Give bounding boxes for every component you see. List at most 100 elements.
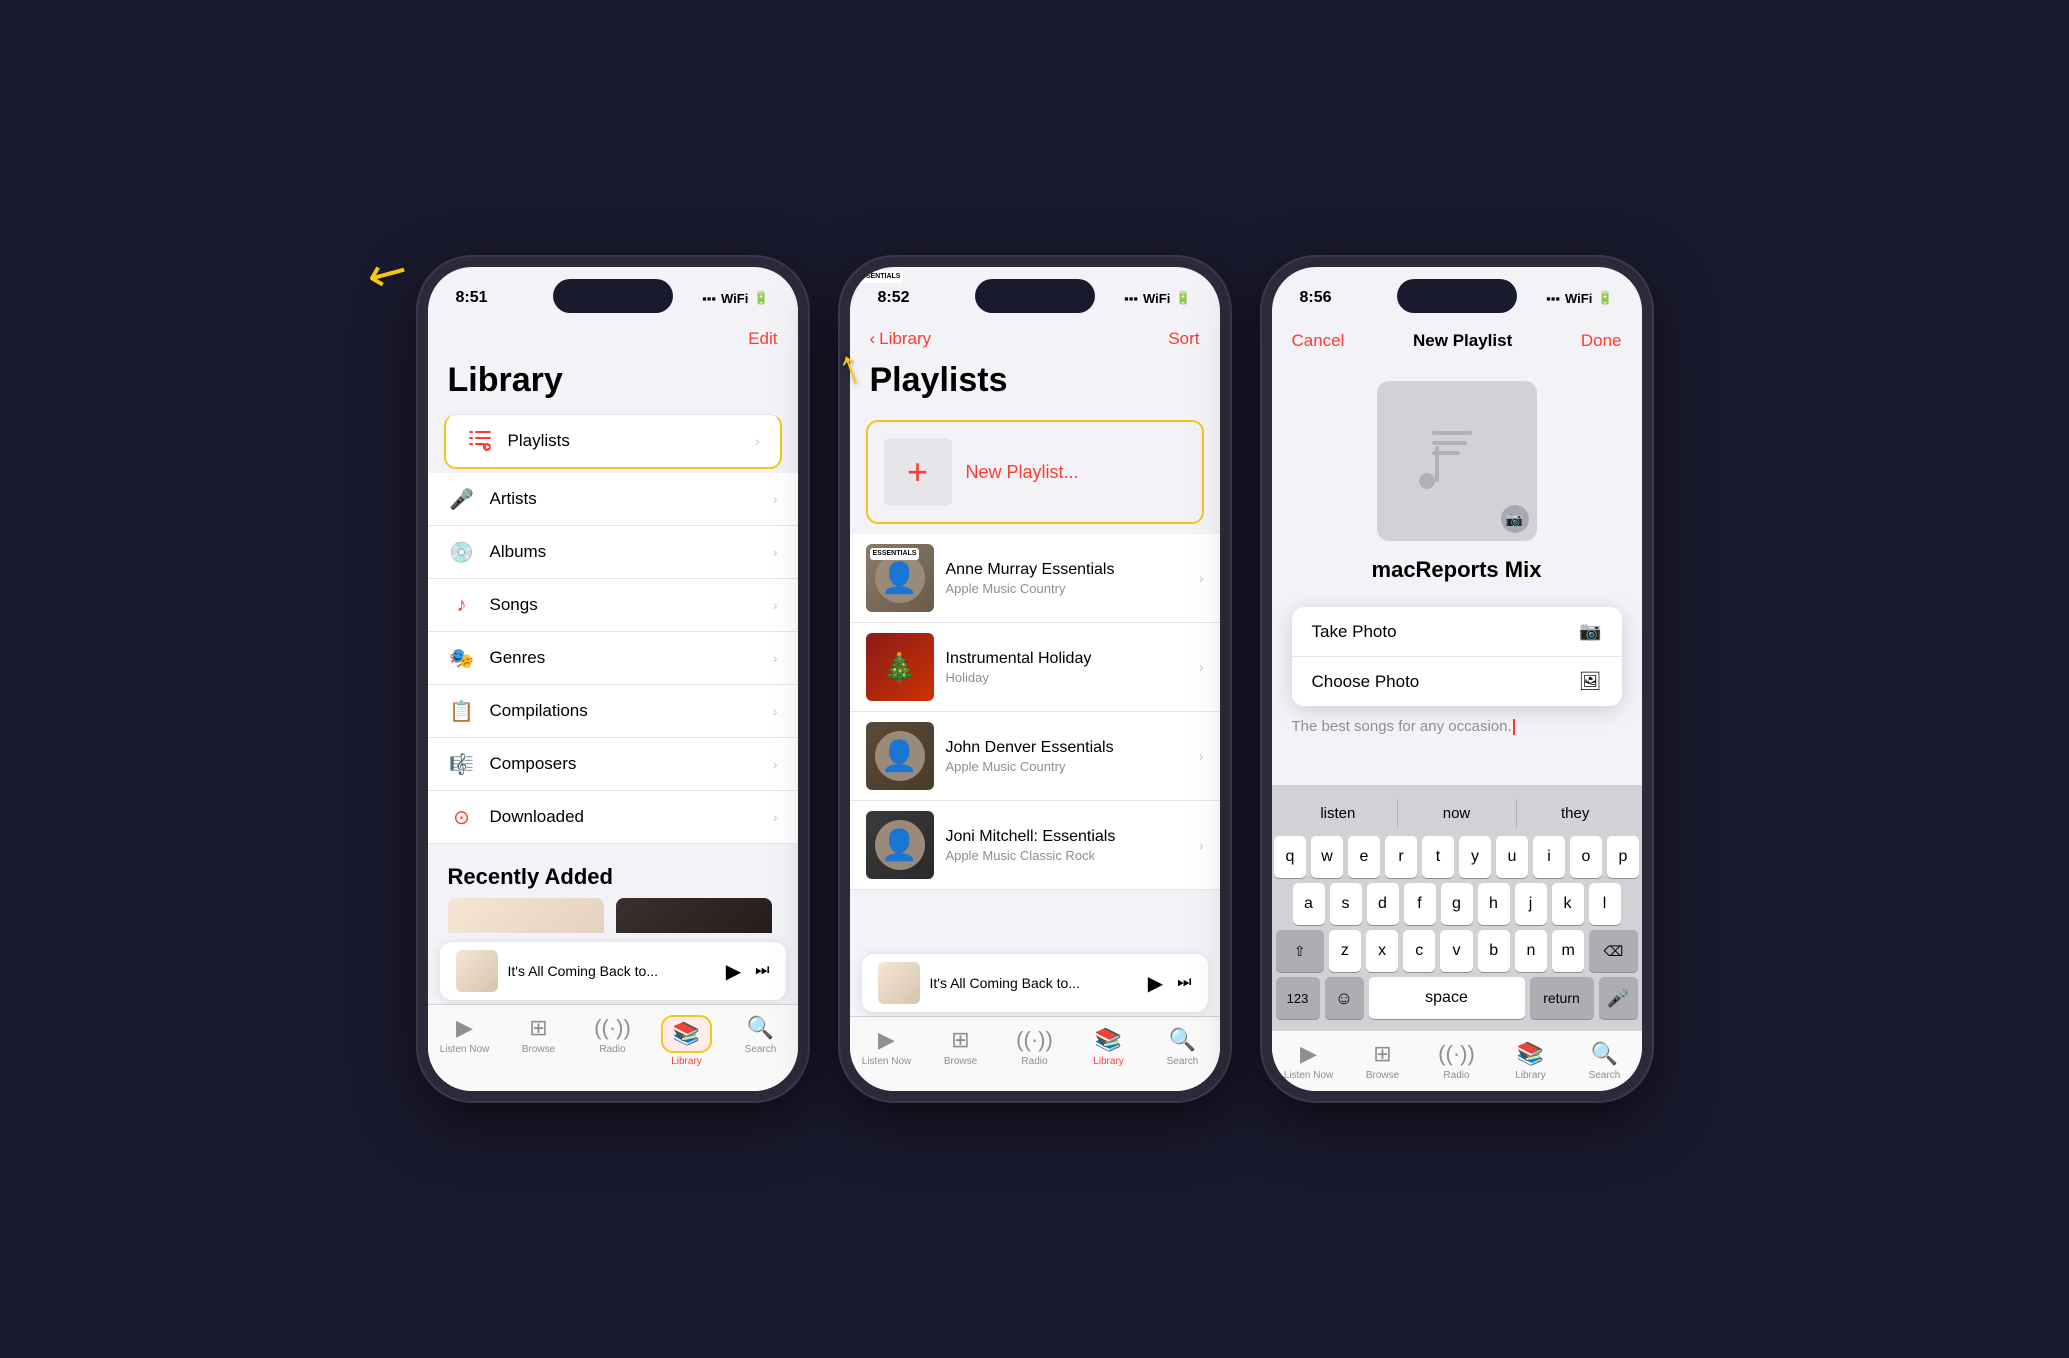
key-t[interactable]: t bbox=[1422, 836, 1454, 878]
tab3-radio[interactable]: ((·)) Radio bbox=[1427, 1041, 1487, 1081]
emoji-key[interactable]: ☺ bbox=[1325, 977, 1364, 1019]
genres-item[interactable]: 🎭 Genres › bbox=[428, 632, 798, 685]
key-e[interactable]: e bbox=[1348, 836, 1380, 878]
key-w[interactable]: w bbox=[1311, 836, 1343, 878]
key-l[interactable]: l bbox=[1589, 883, 1621, 925]
key-r[interactable]: r bbox=[1385, 836, 1417, 878]
anne-thumb: ESSENTIALS 👤 bbox=[866, 544, 934, 612]
tab-library-active[interactable]: 📚 Library bbox=[657, 1015, 717, 1067]
key-b[interactable]: b bbox=[1478, 930, 1510, 972]
tab-radio[interactable]: ((·)) Radio bbox=[583, 1015, 643, 1055]
camera-badge[interactable]: 📷 bbox=[1501, 505, 1529, 533]
now-playing-info: It's All Coming Back to... bbox=[508, 963, 726, 979]
suggestion-listen[interactable]: listen bbox=[1280, 799, 1397, 828]
new-playlist-header: Cancel New Playlist Done bbox=[1272, 321, 1642, 361]
skip-button-2[interactable]: ⏭ bbox=[1177, 974, 1191, 992]
tab-browse[interactable]: ⊞ Browse bbox=[509, 1015, 569, 1055]
albums-item[interactable]: 💿 Albums › bbox=[428, 526, 798, 579]
playlists-item[interactable]: Playlists › bbox=[444, 414, 782, 469]
library-icon-2: 📚 bbox=[1095, 1027, 1122, 1053]
john-sub: Apple Music Country bbox=[946, 759, 1199, 774]
key-c[interactable]: c bbox=[1403, 930, 1435, 972]
new-playlist-button[interactable]: + New Playlist... bbox=[866, 420, 1204, 524]
key-a[interactable]: a bbox=[1293, 883, 1325, 925]
john-silhouette: 👤 bbox=[875, 731, 925, 781]
phone-1: 8:51 ▪▪▪ WiFi 🔋 Edit Library bbox=[418, 257, 808, 1101]
john-name: John Denver Essentials bbox=[946, 739, 1199, 757]
key-y[interactable]: y bbox=[1459, 836, 1491, 878]
space-key[interactable]: space bbox=[1369, 977, 1525, 1019]
key-m[interactable]: m bbox=[1552, 930, 1584, 972]
celine-album[interactable]: FALLING INTO YOU CélineDION bbox=[448, 898, 604, 933]
albums-icon: 💿 bbox=[448, 538, 476, 566]
playlist-art-thumb[interactable]: 📷 bbox=[1377, 381, 1537, 541]
suggestion-now[interactable]: now bbox=[1397, 799, 1515, 828]
key-j[interactable]: j bbox=[1515, 883, 1547, 925]
key-f[interactable]: f bbox=[1404, 883, 1436, 925]
play-button-2[interactable]: ▶ bbox=[1148, 971, 1163, 996]
tab3-listen-now[interactable]: ▶ Listen Now bbox=[1279, 1041, 1339, 1081]
key-u[interactable]: u bbox=[1496, 836, 1528, 878]
back-button[interactable]: ‹ Library bbox=[870, 329, 932, 349]
shift-key[interactable]: ⇧ bbox=[1276, 930, 1324, 972]
tab3-library[interactable]: 📚 Library bbox=[1501, 1041, 1561, 1081]
suggestion-they[interactable]: they bbox=[1516, 799, 1634, 828]
tab-listen-now[interactable]: ▶ Listen Now bbox=[435, 1015, 495, 1055]
library-screen: Edit Library bbox=[428, 321, 798, 1091]
songs-item[interactable]: ♪ Songs › bbox=[428, 579, 798, 632]
key-k[interactable]: k bbox=[1552, 883, 1584, 925]
artists-item[interactable]: 🎤 Artists › bbox=[428, 473, 798, 526]
listen-now-icon-3: ▶ bbox=[1300, 1041, 1317, 1067]
tab2-library[interactable]: 📚 Library bbox=[1079, 1027, 1139, 1067]
listen-now-icon-2: ▶ bbox=[878, 1027, 895, 1053]
key-q[interactable]: q bbox=[1274, 836, 1306, 878]
choose-photo-option[interactable]: Choose Photo 🖼 bbox=[1292, 657, 1622, 706]
key-o[interactable]: o bbox=[1570, 836, 1602, 878]
cancel-button[interactable]: Cancel bbox=[1292, 331, 1345, 351]
done-button[interactable]: Done bbox=[1581, 331, 1622, 351]
tab2-search[interactable]: 🔍 Search bbox=[1153, 1027, 1213, 1067]
key-h[interactable]: h bbox=[1478, 883, 1510, 925]
take-photo-option[interactable]: Take Photo 📷 bbox=[1292, 607, 1622, 657]
playlist-joni[interactable]: ESSENTIALS 👤 Joni Mitchell: Essentials A… bbox=[850, 801, 1220, 890]
composers-item[interactable]: 🎼 Composers › bbox=[428, 738, 798, 791]
phone-2: 8:52 ▪▪▪ WiFi 🔋 ‹ Library Sort Playlists… bbox=[840, 257, 1230, 1101]
numbers-key[interactable]: 123 bbox=[1276, 977, 1320, 1019]
tab3-search[interactable]: 🔍 Search bbox=[1575, 1041, 1635, 1081]
key-p[interactable]: p bbox=[1607, 836, 1639, 878]
status-icons-3: ▪▪▪ WiFi 🔋 bbox=[1546, 290, 1613, 306]
key-x[interactable]: x bbox=[1366, 930, 1398, 972]
key-g[interactable]: g bbox=[1441, 883, 1473, 925]
new-playlist-screen: Cancel New Playlist Done 📷 macReports Mi… bbox=[1272, 321, 1642, 1091]
tab2-listen-now[interactable]: ▶ Listen Now bbox=[857, 1027, 917, 1067]
key-z[interactable]: z bbox=[1329, 930, 1361, 972]
key-i[interactable]: i bbox=[1533, 836, 1565, 878]
return-key[interactable]: return bbox=[1530, 977, 1594, 1019]
tab-search[interactable]: 🔍 Search bbox=[731, 1015, 791, 1055]
delete-key[interactable]: ⌫ bbox=[1589, 930, 1637, 972]
dark-album[interactable]: ▶ bbox=[616, 898, 772, 933]
joni-thumb: ESSENTIALS 👤 bbox=[866, 811, 934, 879]
key-d[interactable]: d bbox=[1367, 883, 1399, 925]
microphone-key[interactable]: 🎤 bbox=[1599, 977, 1638, 1019]
compilations-item[interactable]: 📋 Compilations › bbox=[428, 685, 798, 738]
edit-button[interactable]: Edit bbox=[748, 329, 777, 349]
playlist-anne[interactable]: ESSENTIALS 👤 Anne Murray Essentials Appl… bbox=[850, 534, 1220, 623]
key-v[interactable]: v bbox=[1440, 930, 1472, 972]
now-playing-bar[interactable]: It's All Coming Back to... ▶ ⏭ bbox=[440, 941, 786, 1000]
key-n[interactable]: n bbox=[1515, 930, 1547, 972]
radio-label: Radio bbox=[599, 1044, 625, 1055]
downloaded-item[interactable]: ⊙ Downloaded › bbox=[428, 791, 798, 844]
tab2-browse[interactable]: ⊞ Browse bbox=[931, 1027, 991, 1067]
tab2-radio[interactable]: ((·)) Radio bbox=[1005, 1027, 1065, 1067]
john-thumb: ESSENTIALS 👤 bbox=[866, 722, 934, 790]
now-playing-bar-2[interactable]: It's All Coming Back to... ▶ ⏭ bbox=[862, 953, 1208, 1012]
skip-button[interactable]: ⏭ bbox=[755, 962, 769, 980]
tab3-browse[interactable]: ⊞ Browse bbox=[1353, 1041, 1413, 1081]
play-button[interactable]: ▶ bbox=[726, 959, 741, 984]
wifi-icon: WiFi bbox=[721, 291, 748, 306]
playlist-instrumental[interactable]: 🎄 Instrumental Holiday Holiday › bbox=[850, 623, 1220, 712]
key-s[interactable]: s bbox=[1330, 883, 1362, 925]
sort-button[interactable]: Sort bbox=[1168, 329, 1199, 349]
playlist-john[interactable]: ESSENTIALS 👤 John Denver Essentials Appl… bbox=[850, 712, 1220, 801]
